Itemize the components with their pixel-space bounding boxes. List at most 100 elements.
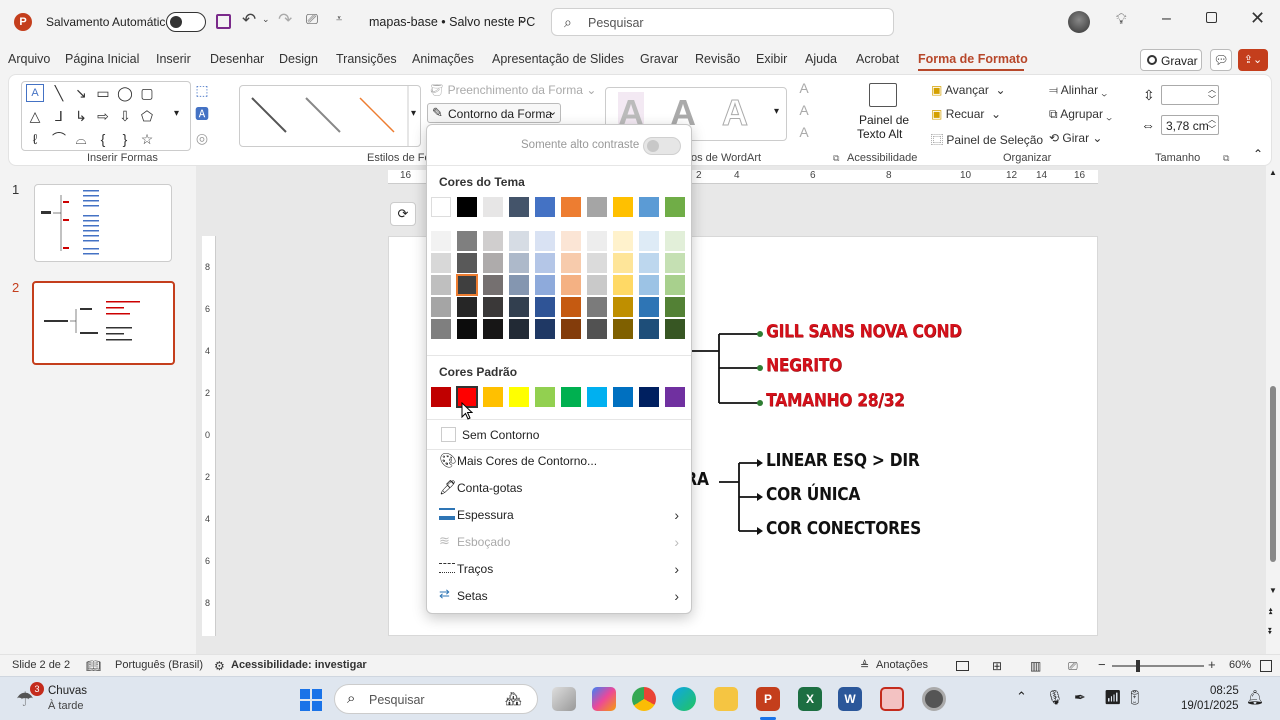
menu-revisao[interactable]: Revisão [695,52,740,66]
curve-shape-icon[interactable]: ⌓ [72,130,90,148]
standard-color-swatch[interactable] [665,387,685,407]
theme-shade-swatch[interactable] [431,275,451,295]
shapes-more-icon[interactable]: ▾ [174,108,179,119]
theme-shade-swatch[interactable] [587,275,607,295]
slide-thumbnail-2[interactable] [32,281,175,365]
theme-shade-swatch[interactable] [561,275,581,295]
microphone-icon[interactable]: 🎙︎ [1046,689,1064,706]
theme-shade-swatch[interactable] [639,275,659,295]
weight-item[interactable]: Espessura › [435,503,685,527]
width-input[interactable]: 3,78 cm ︿ ﹀ [1161,115,1219,135]
fit-slide-icon[interactable] [1260,660,1272,672]
menu-forma-de-formato[interactable]: Forma de Formato [918,52,1028,66]
edit-shape-icon[interactable]: ⬚ [193,81,211,99]
mind-map-item-bold[interactable]: NEGRITO [766,355,842,376]
autosave-toggle[interactable] [166,12,206,32]
theme-shade-swatch[interactable] [535,319,555,339]
collapse-ribbon-icon[interactable]: ⌃ [1253,147,1263,161]
designer-icon[interactable]: ⟳ [390,202,416,226]
notes-button[interactable]: Anotações [876,659,928,671]
copilot-icon[interactable] [592,687,616,711]
customize-toolbar-icon[interactable]: ⩡ [336,13,342,26]
theme-shade-swatch[interactable] [509,253,529,273]
theme-shade-swatch[interactable] [509,297,529,317]
left-brace-shape-icon[interactable]: { [94,130,112,148]
minimize-icon[interactable]: – [1162,10,1171,28]
title-chevron-down-icon[interactable]: ⌄ [518,12,528,26]
document-title[interactable]: mapas-base • Salvo neste PC [369,15,535,29]
align-button[interactable]: ⫤ Alinhar ⌄ [1049,83,1107,98]
language-status[interactable]: Português (Brasil) [115,659,203,671]
theme-shade-swatch[interactable] [483,297,503,317]
edge-icon[interactable] [672,687,696,711]
theme-color-swatch[interactable] [613,197,633,217]
dashes-item[interactable]: Traços › [435,557,685,581]
theme-shade-swatch[interactable] [561,319,581,339]
oval-shape-icon[interactable]: ◯ [116,84,134,102]
group-button[interactable]: ⧉ Agrupar ⌄ [1049,107,1112,122]
theme-shade-swatch[interactable] [457,253,477,273]
standard-color-swatch[interactable] [535,387,555,407]
notes-icon[interactable]: ≜ [860,659,869,672]
theme-shade-swatch[interactable] [431,319,451,339]
flowchart-shape-icon[interactable]: ⬠ [138,107,156,125]
accessibility-status[interactable]: Acessibilidade: investigar [231,659,367,671]
theme-shade-swatch[interactable] [587,319,607,339]
theme-shade-swatch[interactable] [665,319,685,339]
theme-color-swatch[interactable] [665,197,685,217]
powerpoint-taskbar-icon[interactable]: P [756,687,780,711]
theme-shade-swatch[interactable] [587,231,607,251]
zoom-out-icon[interactable]: − [1098,657,1106,672]
selection-pane-button[interactable]: ⿴ Painel de Seleção [931,131,1043,148]
theme-color-swatch[interactable] [535,197,555,217]
theme-shade-swatch[interactable] [535,275,555,295]
theme-shade-swatch[interactable] [483,319,503,339]
mind-map-item-font[interactable]: GILL SANS NOVA COND [766,321,962,342]
taskbar-search-box[interactable]: ⌕ Pesquisar 🏘︎ [334,684,538,714]
theme-shade-swatch[interactable] [613,253,633,273]
theme-shade-swatch[interactable] [535,253,555,273]
send-backward-button[interactable]: ▣ Recuar ⌄ [931,107,1001,121]
wifi-icon[interactable]: 📶︎ [1104,689,1122,706]
lightbulb-icon[interactable]: 💡︎ [1116,11,1127,28]
arrows-item[interactable]: ⇄ Setas › [435,584,685,608]
pen-icon[interactable]: ✒︎ [1074,689,1086,706]
menu-gravar[interactable]: Gravar [640,52,678,66]
notification-bell-icon[interactable]: 🔔︎ [1246,689,1264,706]
snipping-tool-icon[interactable] [880,687,904,711]
weather-title[interactable]: Chuvas [48,685,87,697]
theme-color-swatch[interactable] [457,197,477,217]
theme-shade-swatch[interactable] [639,231,659,251]
rotate-button[interactable]: ⟲ Girar ⌄ [1049,131,1102,145]
theme-shade-swatch[interactable] [639,319,659,339]
present-icon[interactable]: ⎚ [306,11,318,28]
rounded-rect-shape-icon[interactable]: ▢ [138,84,156,102]
rectangle-shape-icon[interactable]: ▭ [94,84,112,102]
scroll-thumb[interactable] [1270,386,1276,562]
theme-shade-swatch[interactable] [639,297,659,317]
right-arrow-shape-icon[interactable]: ⇨ [94,107,112,125]
normal-view-icon[interactable] [956,661,969,671]
theme-shade-swatch[interactable] [587,253,607,273]
zoom-level[interactable]: 60% [1229,659,1251,671]
clock-date[interactable]: 19/01/2025 [1181,700,1239,712]
theme-shade-swatch[interactable] [483,253,503,273]
menu-pagina-inicial[interactable]: Página Inicial [65,52,139,66]
menu-ajuda[interactable]: Ajuda [805,52,837,66]
theme-shade-swatch[interactable] [665,275,685,295]
next-slide-icon[interactable]: ⏬︎ [1268,626,1273,637]
battery-icon[interactable]: 🔋︎ [1126,689,1144,706]
height-spinner-icon[interactable]: ︿ ﹀ [1208,85,1216,105]
standard-color-swatch[interactable] [561,387,581,407]
arrow-line-shape-icon[interactable]: ↘ [72,84,90,102]
menu-acrobat[interactable]: Acrobat [856,52,899,66]
draw-textbox-icon[interactable]: 🅰︎ [193,105,211,123]
slide-sorter-icon[interactable]: ⊞ [992,659,1002,673]
no-outline-item[interactable]: Sem Contorno [435,423,685,447]
zoom-in-icon[interactable]: + [1208,657,1216,672]
menu-apresentacao[interactable]: Apresentação de Slides [492,52,624,66]
standard-color-swatch[interactable] [613,387,633,407]
redo-icon[interactable]: ↷ [278,10,292,30]
theme-shade-swatch[interactable] [509,319,529,339]
notes-book-icon[interactable]: 📖︎ [86,659,101,673]
